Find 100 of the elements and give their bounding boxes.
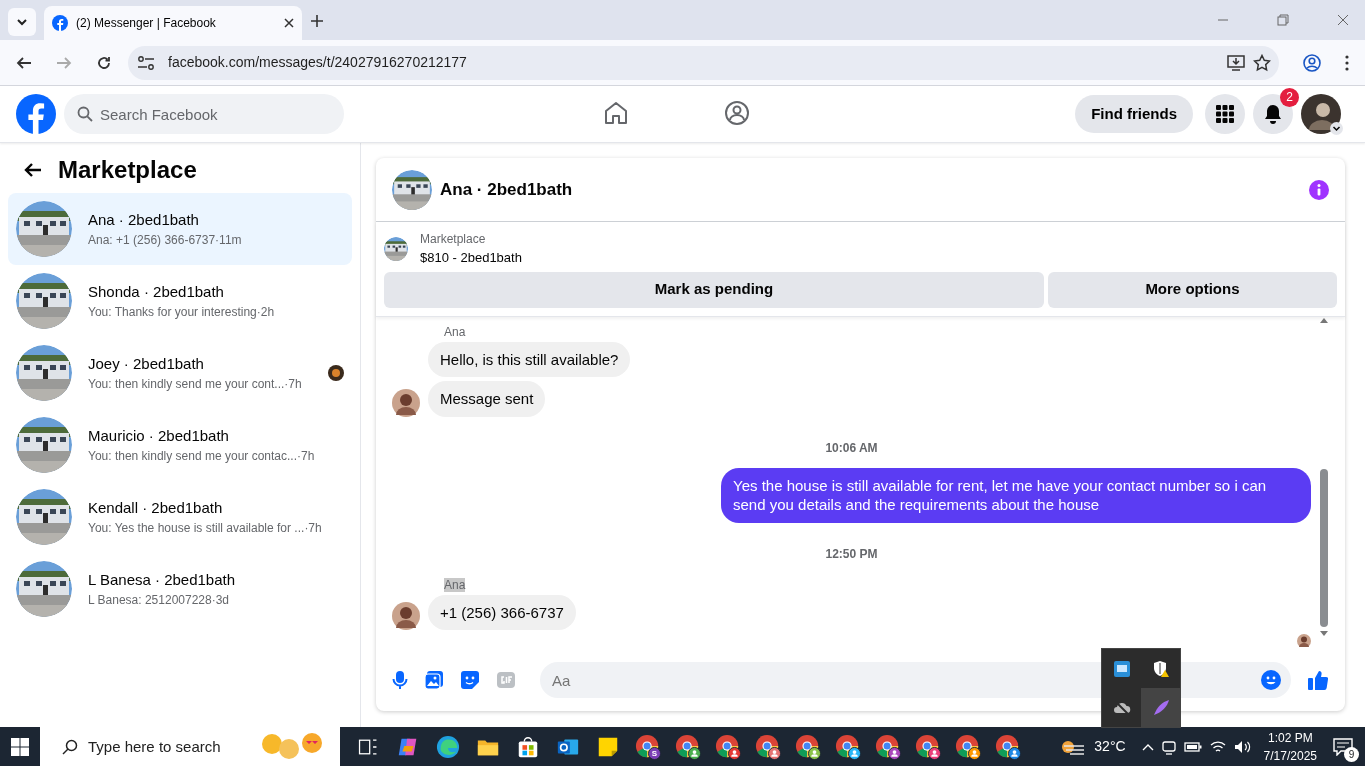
volume-icon[interactable] — [1233, 739, 1252, 754]
install-app-icon[interactable] — [1227, 54, 1245, 71]
chrome-icon[interactable] — [995, 733, 1021, 760]
chrome-icon[interactable] — [675, 733, 701, 760]
notification-center-icon[interactable] — [1333, 737, 1353, 756]
shield-warning-icon[interactable] — [1151, 659, 1170, 678]
account-caret-icon[interactable] — [1330, 122, 1343, 135]
conversation-item[interactable]: Joey · 2bed1bath You: then kindly send me your cont...·7h — [8, 337, 352, 409]
chrome-icon[interactable] — [915, 733, 941, 760]
sender-name: Ana — [444, 324, 466, 339]
back-icon[interactable] — [16, 54, 32, 71]
site-settings-icon[interactable] — [136, 54, 156, 71]
scroll-up-icon[interactable] — [1320, 316, 1328, 323]
timestamp: 12:50 PM — [825, 546, 878, 561]
network-app-icon[interactable] — [1112, 659, 1131, 678]
conversation-name: Mauricio · 2bed1bath — [88, 425, 230, 446]
conversation-name: Shonda · 2bed1bath — [88, 281, 225, 302]
conversation-name: Kendall · 2bed1bath — [88, 497, 224, 518]
store-icon[interactable] — [516, 734, 540, 759]
search-icon — [77, 106, 93, 122]
profile-letter: S — [651, 749, 657, 758]
info-icon[interactable] — [1309, 179, 1329, 200]
facebook-logo[interactable] — [16, 94, 56, 134]
reload-icon[interactable] — [96, 54, 112, 71]
message-bubble: Message sent — [428, 381, 546, 417]
listing-price: $810 - 2bed1bath — [420, 249, 522, 267]
scroll-down-icon[interactable] — [1320, 630, 1328, 637]
weather-temperature[interactable]: 32°C — [1094, 736, 1126, 757]
search-icon — [62, 739, 78, 755]
chrome-icon[interactable] — [755, 733, 781, 760]
conversation-item[interactable]: Shonda · 2bed1bath You: Thanks for your interesting·2h — [8, 265, 352, 337]
battery-icon[interactable] — [1183, 740, 1202, 753]
menu-button[interactable] — [1205, 94, 1245, 134]
browser-tab[interactable]: (2) Messenger | Facebook — [44, 6, 302, 40]
message-preview: You: then kindly send me your contac... — [88, 448, 297, 466]
search-field[interactable]: Search Facebook — [64, 94, 344, 134]
sender-name: Ana — [444, 577, 466, 592]
chrome-icon[interactable] — [635, 733, 661, 760]
taskbar-search-field[interactable]: Type here to search — [40, 727, 340, 766]
taskbar-clock[interactable]: 1:02 PM 7/17/2025 — [1263, 728, 1317, 765]
conversation-item[interactable]: Mauricio · 2bed1bath You: then kindly send me your contac...·7h — [8, 409, 352, 481]
scrollbar-thumb[interactable] — [1320, 468, 1328, 627]
like-icon[interactable] — [1307, 669, 1329, 691]
conversation-item[interactable]: Ana · 2bed1bath Ana: +1 (256) 366-6737·11m — [8, 193, 352, 265]
message-time: ·11m — [215, 232, 242, 250]
emoji-faces-icon — [260, 732, 324, 760]
chrome-icon[interactable] — [875, 733, 901, 760]
restore-icon[interactable] — [1277, 14, 1289, 26]
clock-time: 1:02 PM — [1266, 729, 1314, 747]
bell-icon — [1263, 104, 1283, 124]
sticker-icon[interactable] — [460, 670, 480, 690]
address-bar[interactable]: facebook.com/messages/t/24027916270212177 — [128, 45, 1279, 80]
message-time: ·2h — [256, 304, 275, 322]
conversation-item[interactable]: L Banesa · 2bed1bath L Banesa: 2512007228·3d — [8, 553, 352, 625]
feather-icon[interactable] — [1151, 698, 1170, 717]
message-preview: L Banesa: 2512007228 — [88, 592, 212, 610]
grid-icon — [1216, 105, 1234, 123]
listing-button[interactable]: Mark as pending — [384, 271, 1044, 308]
close-icon[interactable] — [284, 18, 294, 28]
show-hidden-icons-icon[interactable] — [1141, 742, 1154, 751]
facebook-icon — [52, 15, 68, 31]
windows-start-icon[interactable] — [11, 737, 29, 756]
tab-list-button[interactable] — [8, 8, 36, 36]
notifications-button[interactable] — [1253, 94, 1293, 134]
chrome-icon[interactable] — [955, 733, 981, 760]
notification-badge: 2 — [1280, 88, 1299, 107]
url-text: facebook.com/messages/t/24027916270212177 — [168, 53, 468, 72]
conversation-name: L Banesa · 2bed1bath — [88, 569, 237, 590]
chat-title: Ana · 2bed1bath — [440, 178, 574, 201]
conversation-name: Ana · 2bed1bath — [88, 209, 200, 230]
home-icon[interactable] — [603, 100, 629, 126]
chrome-icon[interactable] — [715, 733, 741, 760]
emoji-icon[interactable] — [1261, 670, 1281, 690]
chrome-icon[interactable] — [835, 733, 861, 760]
wifi-icon[interactable] — [1209, 739, 1226, 754]
message-preview: You: then kindly send me your cont... — [88, 376, 285, 394]
star-icon[interactable] — [1253, 53, 1271, 72]
new-tab-icon[interactable] — [310, 14, 324, 28]
seen-avatar-icon — [1297, 634, 1311, 647]
profile-icon[interactable] — [1303, 53, 1321, 72]
microphone-icon[interactable] — [392, 670, 408, 690]
edge-icon[interactable] — [436, 734, 460, 759]
friends-icon[interactable] — [724, 100, 750, 126]
chrome-icon[interactable] — [795, 733, 821, 760]
conversation-item[interactable]: Kendall · 2bed1bath You: Yes the house is still available for ...·7h — [8, 481, 352, 553]
message-bubble: Yes the house is still available for rent, let me have your contact number so i can send you details and the requirements about the house — [721, 467, 1311, 523]
photo-icon[interactable] — [424, 670, 444, 690]
message-bubble: +1 (256) 366-6737 — [428, 594, 576, 630]
timestamp: 10:06 AM — [825, 440, 878, 455]
find-friends-button[interactable]: Find friends — [1075, 95, 1193, 133]
back-arrow-icon[interactable] — [24, 162, 42, 178]
menu-icon[interactable] — [1345, 54, 1349, 71]
message-bubble: Hello, is this still available? — [428, 341, 631, 377]
message-time: ·7h — [284, 376, 302, 394]
caret-icon — [17, 17, 27, 27]
avatar-icon[interactable] — [1301, 94, 1341, 134]
message-preview: You: Thanks for your interesting — [88, 304, 257, 322]
message-preview: You: Yes the house is still available for ... — [88, 520, 305, 538]
listing-button[interactable]: More options — [1047, 271, 1337, 308]
message-preview: Ana: +1 (256) 366-6737 — [88, 232, 216, 250]
